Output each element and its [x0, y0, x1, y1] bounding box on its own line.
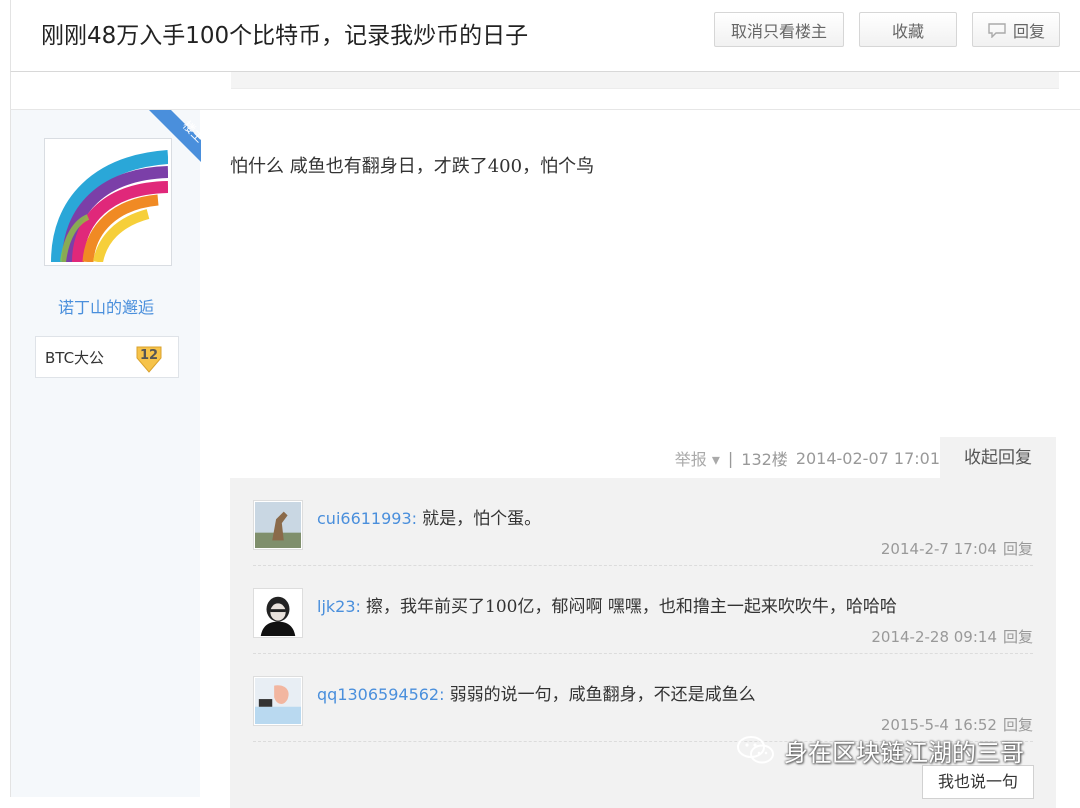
list-item: cui6611993: 就是，怕个蛋。 2014-2-7 17:04 回复 — [253, 478, 1033, 566]
meta-separator: | — [727, 448, 734, 468]
thread-header: 刚刚48万入手100个比特币，记录我炒币的日子 取消只看楼主 收藏 回复 — [10, 0, 1080, 72]
level-number: 12 — [139, 348, 159, 363]
author-name[interactable]: 诺丁山的邂逅 — [11, 294, 201, 318]
speech-bubble-icon — [988, 22, 1006, 38]
previous-post-tail — [10, 72, 1080, 110]
reply-text: 擦，我年前买了100亿，郁闷啊 嘿嘿，也和撸主一起来吹吹牛，哈哈哈 — [366, 597, 897, 617]
reply-line: qq1306594562: 弱弱的说一句，咸鱼翻身，不还是咸鱼么 — [317, 685, 756, 705]
level-title: BTC大公 — [45, 349, 105, 367]
reply-meta: 2014-2-7 17:04 回复 — [881, 538, 1033, 559]
post-meta: 举报 ▾ | 132楼 2014-02-07 17:01 — [600, 446, 940, 470]
post-datetime: 2014-02-07 17:01 — [795, 448, 940, 468]
person-avatar-image — [255, 590, 301, 636]
reply-line: cui6611993: 就是，怕个蛋。 — [317, 509, 542, 529]
reply-avatar[interactable] — [253, 500, 303, 550]
reply-line: ljk23: 擦，我年前买了100亿，郁闷啊 嘿嘿，也和撸主一起来吹吹牛，哈哈哈 — [317, 597, 897, 617]
reply-username[interactable]: cui6611993 — [317, 509, 412, 528]
collapse-replies-button[interactable]: 收起回复 — [940, 437, 1056, 479]
reply-meta: 2014-2-28 09:14 回复 — [871, 626, 1033, 647]
reply-avatar[interactable] — [253, 588, 303, 638]
statue-avatar-image — [255, 502, 301, 548]
level-badge: 12 — [133, 342, 165, 374]
reply-link[interactable]: 回复 — [1003, 628, 1033, 646]
author-level[interactable]: BTC大公 12 — [35, 336, 179, 378]
list-item: qq1306594562: 弱弱的说一句，咸鱼翻身，不还是咸鱼么 2015-5-… — [253, 654, 1033, 742]
post-content: 怕什么 咸鱼也有翻身日，才跌了400，怕个鸟 — [230, 156, 595, 177]
wechat-icon — [737, 736, 774, 764]
owner-ribbon-icon: 楼主 — [149, 110, 201, 162]
list-item: ljk23: 擦，我年前买了100亿，郁闷啊 嘿嘿，也和撸主一起来吹吹牛，哈哈哈… — [253, 566, 1033, 654]
reply-username[interactable]: qq1306594562 — [317, 685, 439, 704]
favorite-button[interactable]: 收藏 — [859, 12, 957, 47]
floor-number: 132楼 — [741, 450, 788, 469]
watermark-text: 身在区块链江湖的三哥 — [784, 738, 1024, 767]
reply-time: 2014-2-7 17:04 — [880, 540, 997, 558]
reply-link[interactable]: 回复 — [1003, 540, 1033, 558]
reply-text: 就是，怕个蛋。 — [422, 509, 542, 529]
report-label: 举报 — [674, 450, 707, 469]
reply-username[interactable]: ljk23 — [317, 597, 356, 616]
reply-text: 弱弱的说一句，咸鱼翻身，不还是咸鱼么 — [449, 685, 756, 705]
cancel-owner-only-button[interactable]: 取消只看楼主 — [714, 12, 844, 47]
report-link[interactable]: 举报 ▾ — [675, 446, 720, 470]
cartoon-avatar-image — [255, 678, 301, 724]
owner-badge: 楼主 — [149, 110, 201, 162]
reply-button[interactable]: 回复 — [972, 12, 1060, 47]
author-panel: 楼主 诺丁山的邂逅 BTC大公 12 — [10, 110, 201, 797]
thread-title: 刚刚48万入手100个比特币，记录我炒币的日子 — [41, 23, 529, 49]
previous-reply-panel-edge — [231, 72, 1059, 89]
reply-time: 2014-2-28 09:14 — [871, 628, 997, 646]
add-reply-button[interactable]: 我也说一句 — [922, 765, 1034, 799]
reply-avatar[interactable] — [253, 676, 303, 726]
watermark: 身在区块链江湖的三哥 — [736, 732, 1024, 768]
reply-button-label: 回复 — [1012, 21, 1045, 41]
